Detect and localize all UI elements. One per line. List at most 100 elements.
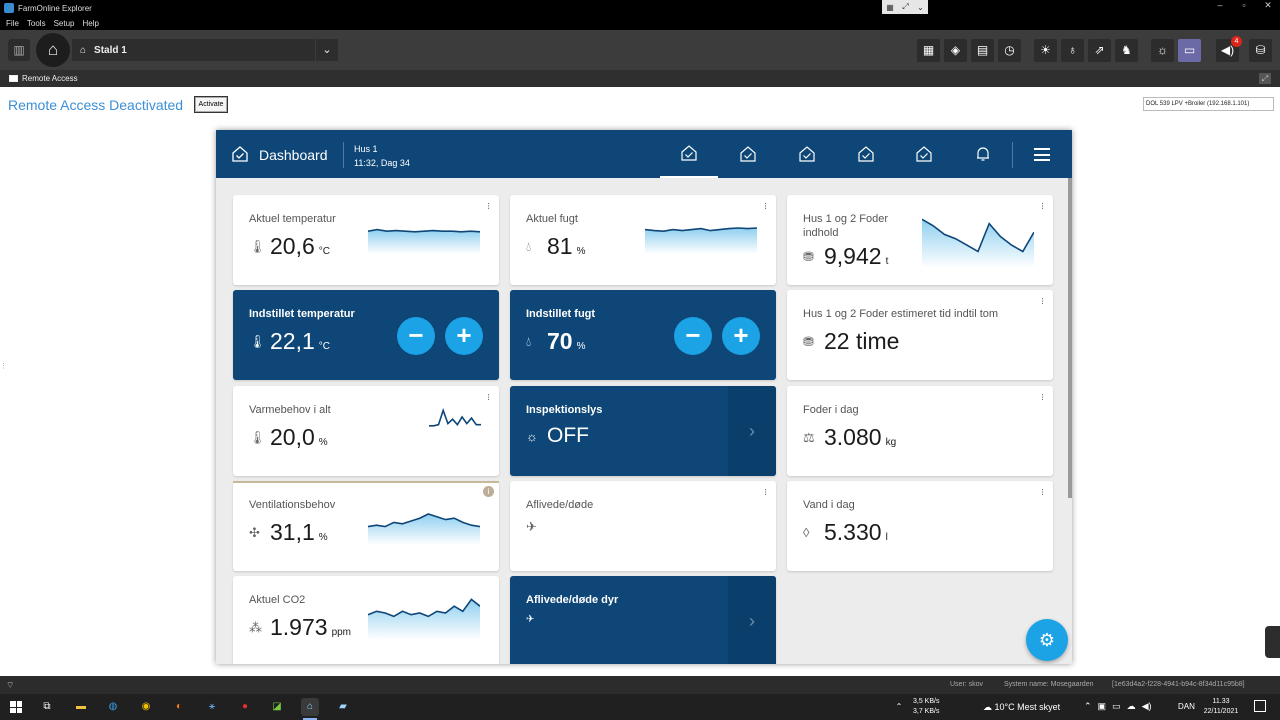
close-button[interactable]: ✕	[1256, 0, 1280, 11]
tray-app-icon[interactable]: ▣	[1098, 701, 1107, 712]
tray-onedrive-icon[interactable]: ☁	[1127, 701, 1136, 712]
bulb-icon[interactable]: ♁	[1061, 39, 1084, 62]
settings-gear-button[interactable]: ⚙	[1026, 619, 1068, 661]
stable-select[interactable]: ⌂ Stald 1	[72, 39, 315, 61]
tab-house-4[interactable]	[837, 130, 895, 178]
remote-screen-icon[interactable]: ▭	[1178, 39, 1201, 62]
menu-setup[interactable]: Setup	[54, 19, 75, 28]
weather-widget[interactable]: ☁ 10°C Mest skyet	[983, 702, 1060, 713]
decrease-temperature-button[interactable]: −	[397, 317, 435, 355]
card-aflivede-doede[interactable]: Aflivede/døde ··· ✈	[510, 481, 776, 571]
clock[interactable]: 11.33 22/11/2021	[1202, 697, 1240, 717]
edge-icon[interactable]: ◍	[104, 698, 122, 716]
tab-house-5[interactable]	[895, 130, 953, 178]
tab-house-1[interactable]	[660, 130, 718, 178]
tab-house-3[interactable]	[778, 130, 836, 178]
card-menu-icon[interactable]: ···	[483, 393, 494, 400]
sidebar-toggle-button[interactable]: ▥	[8, 39, 30, 61]
notes-app-icon[interactable]: ▰	[334, 698, 352, 716]
green-app-icon[interactable]: ◪	[268, 698, 286, 716]
side-panel-tab[interactable]	[1265, 626, 1280, 658]
menu-tools[interactable]: Tools	[27, 19, 46, 28]
card-menu-icon[interactable]: ···	[760, 202, 771, 209]
card-value: 22 time	[824, 328, 900, 354]
info-icon[interactable]: i	[483, 486, 494, 497]
remote-control-widget[interactable]: ▦ ⤢ ⌄	[882, 0, 928, 14]
menu-help[interactable]: Help	[82, 19, 98, 28]
task-view-icon[interactable]: ⧉	[38, 698, 56, 716]
card-menu-icon[interactable]: ···	[1037, 393, 1048, 400]
card-vand-i-dag[interactable]: Vand i dag ··· ◊ 5.330 l	[787, 481, 1053, 571]
card-indstillet-temperatur[interactable]: Indstillet temperatur 🌡︎ 22,1 °C − +	[233, 290, 499, 380]
start-button[interactable]	[10, 701, 22, 713]
red-app-icon[interactable]: ●	[236, 698, 254, 716]
hamburger-menu-icon[interactable]	[1034, 148, 1050, 161]
increase-temperature-button[interactable]: +	[445, 317, 483, 355]
remote-access-bar: Remote Access ⤢	[0, 70, 1280, 87]
header-divider	[343, 142, 344, 168]
alarm-speaker-icon[interactable]: ◀) 4	[1216, 36, 1242, 62]
card-aktuel-temperatur[interactable]: Aktuel temperatur ··· 🌡︎ 20,6 °C	[233, 195, 499, 285]
minimize-button[interactable]: –	[1208, 0, 1232, 11]
chevron-right-icon[interactable]: ›	[728, 386, 776, 476]
resize-handle[interactable]: ⋮	[0, 362, 7, 370]
bell-icon	[977, 147, 989, 161]
card-label: Aflivede/døde	[526, 499, 594, 511]
card-menu-icon[interactable]: ···	[760, 488, 771, 495]
tray-chevron-icon[interactable]: ⌃	[1084, 701, 1092, 712]
grid-view-icon[interactable]: ▦	[917, 39, 940, 62]
light-setting-icon[interactable]: ☼	[1151, 39, 1174, 62]
expand-icon[interactable]: ⤢	[902, 2, 908, 12]
cube-icon[interactable]: ◈	[944, 39, 967, 62]
firefox-icon[interactable]: ◐	[170, 698, 188, 716]
card-foder-indhold[interactable]: Hus 1 og 2 Foder indhold ··· ⛃ 9,942 t	[787, 195, 1053, 285]
grid-icon[interactable]: ▦	[886, 3, 894, 12]
export-icon[interactable]: ⇗	[1088, 39, 1111, 62]
sunrise-icon[interactable]: ☀	[1034, 39, 1057, 62]
card-indstillet-fugt[interactable]: Indstillet fugt 💧︎ 70% − +	[510, 290, 776, 380]
network-app-icon[interactable]: ⚹	[203, 698, 221, 716]
increase-humidity-button[interactable]: +	[722, 317, 760, 355]
tab-alarms[interactable]	[954, 130, 1012, 178]
header-divider-2	[1012, 142, 1013, 168]
notification-icon[interactable]	[1254, 700, 1266, 712]
language-indicator[interactable]: DAN	[1178, 702, 1195, 711]
card-label: Hus 1 og 2 Foder indhold	[803, 213, 888, 239]
animal-icon[interactable]: ♞	[1115, 39, 1138, 62]
stable-select-dropdown-button[interactable]: ⌄	[316, 39, 338, 61]
decrease-humidity-button[interactable]: −	[674, 317, 712, 355]
device-select[interactable]: DOL 539 LPV +Broiler (192.168.1.101)	[1143, 97, 1274, 111]
history-icon[interactable]: ◷	[998, 39, 1021, 62]
card-menu-icon[interactable]: ···	[1037, 297, 1048, 304]
tray-network-icon[interactable]: ▭	[1112, 701, 1121, 712]
chrome-icon[interactable]: ◉	[137, 698, 155, 716]
tray-volume-icon[interactable]: ◀)	[1142, 701, 1152, 712]
card-foder-estimeret-tid[interactable]: Hus 1 og 2 Foder estimeret tid indtil to…	[787, 290, 1053, 380]
card-label: Aktuel temperatur	[249, 213, 336, 225]
card-aktuel-fugt[interactable]: Aktuel fugt ··· 💧︎ 81%	[510, 195, 776, 285]
card-foder-i-dag[interactable]: Foder i dag ··· ⚖ 3.080 kg	[787, 386, 1053, 476]
menu-file[interactable]: File	[6, 19, 19, 28]
chevron-down-icon[interactable]: ⌄	[917, 3, 924, 12]
co2-icon: ⁂	[249, 619, 262, 635]
card-menu-icon[interactable]: ···	[1037, 488, 1048, 495]
basket-icon[interactable]: ⛁	[1249, 39, 1272, 62]
card-inspektionslys[interactable]: Inspektionslys ☼ OFF ›	[510, 386, 776, 476]
home-button[interactable]: ⌂	[36, 33, 70, 67]
scrollbar[interactable]	[1068, 178, 1072, 498]
farmonline-taskbar-icon[interactable]: ⌂	[301, 698, 319, 716]
chevron-icon[interactable]: ⌃	[890, 698, 908, 716]
file-explorer-icon[interactable]: ▬	[72, 698, 90, 716]
card-ventilationsbehov[interactable]: i Ventilationsbehov ✣ 31,1%	[233, 481, 499, 571]
expand-icon[interactable]: ⤢	[1259, 73, 1271, 84]
chevron-right-icon[interactable]: ›	[728, 576, 776, 664]
card-menu-icon[interactable]: ···	[1037, 202, 1048, 209]
restore-button[interactable]: ▫	[1232, 0, 1256, 11]
card-varmebehov[interactable]: Varmebehov i alt ··· 🌡︎ 20,0%	[233, 386, 499, 476]
card-menu-icon[interactable]: ···	[483, 202, 494, 209]
card-aflivede-doede-dyr[interactable]: Aflivede/døde dyr ✈ ›	[510, 576, 776, 664]
activate-button[interactable]: Activate	[194, 96, 228, 113]
card-aktuel-co2[interactable]: Aktuel CO2 ⁂ 1.973 ppm	[233, 576, 499, 664]
table-icon[interactable]: ▤	[971, 39, 994, 62]
tab-house-2[interactable]	[719, 130, 777, 178]
